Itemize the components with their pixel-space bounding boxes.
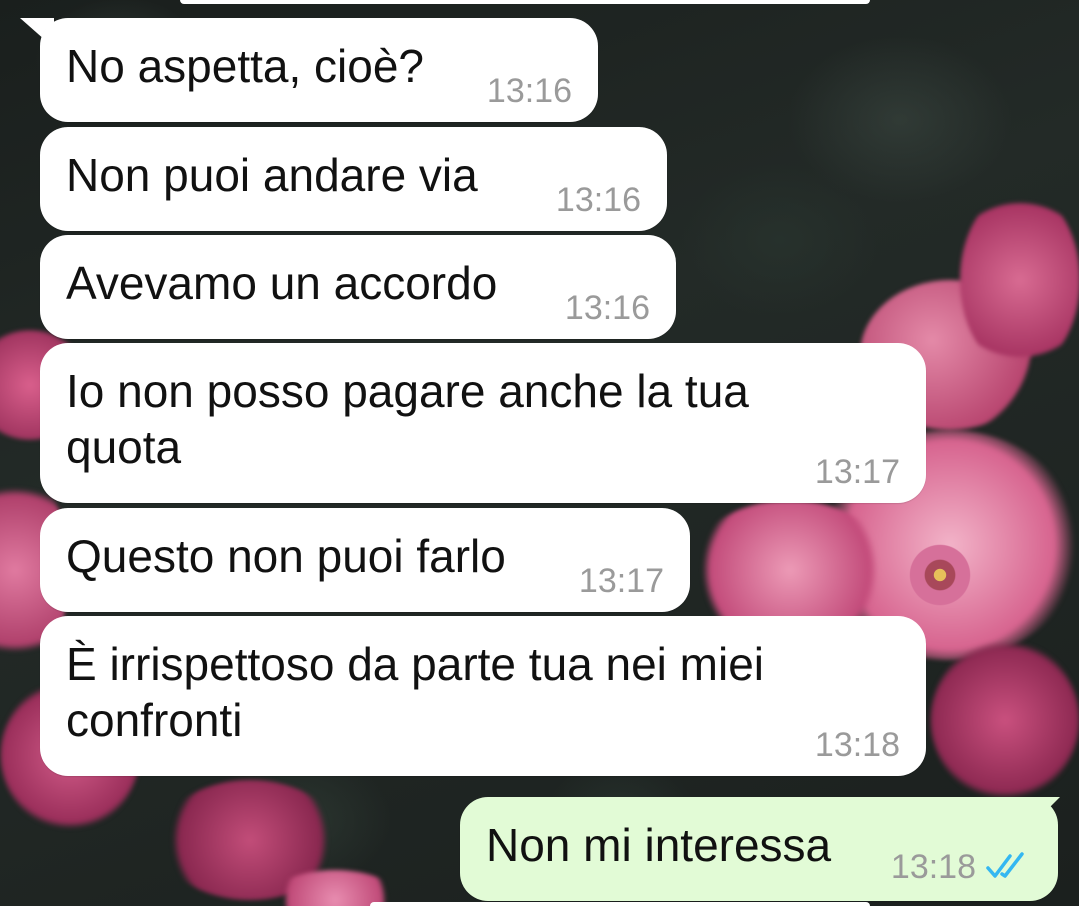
message-bubble[interactable]: Questo non puoi farlo 13:17 [40, 508, 690, 612]
message-time-value: 13:18 [890, 847, 976, 886]
message-time: 13:18 [814, 726, 900, 764]
message-time: 13:16 [564, 289, 650, 327]
message-time: 13:16 [555, 181, 641, 219]
message-text: Io non posso pagare anche la tua quota [66, 365, 749, 473]
message-text: Avevamo un accordo [66, 257, 498, 309]
message-bubble[interactable]: Avevamo un accordo 13:16 [40, 235, 676, 339]
message-bubble[interactable]: Io non posso pagare anche la tua quota 1… [40, 343, 926, 503]
chat-messages[interactable]: No aspetta, cioè? 13:16 Non puoi andare … [0, 0, 1079, 906]
next-bubble-edge [370, 902, 870, 906]
message-bubble-outgoing[interactable]: Non mi interessa 13:18 [460, 797, 1058, 901]
message-bubble[interactable]: No aspetta, cioè? 13:16 [40, 18, 598, 122]
message-text: Questo non puoi farlo [66, 530, 506, 582]
message-time: 13:16 [486, 72, 572, 110]
message-bubble[interactable]: Non puoi andare via 13:16 [40, 127, 667, 231]
message-time-outgoing: 13:18 [891, 850, 1032, 887]
message-time: 13:17 [814, 453, 900, 491]
message-text: Non puoi andare via [66, 149, 478, 201]
message-bubble[interactable]: È irrispettoso da parte tua nei miei con… [40, 616, 926, 776]
double-check-read-icon [986, 851, 1032, 887]
message-time: 13:17 [578, 562, 664, 600]
message-text: È irrispettoso da parte tua nei miei con… [66, 638, 765, 746]
